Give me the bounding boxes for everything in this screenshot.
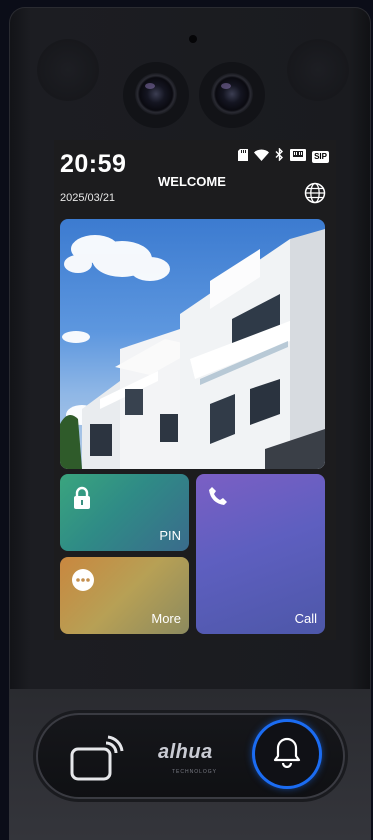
- more-label: More: [151, 611, 181, 626]
- wifi-icon: [254, 148, 270, 166]
- house-image: [60, 219, 325, 469]
- control-pill: alhua TECHNOLOGY: [36, 713, 345, 799]
- left-sensor: [37, 39, 99, 101]
- clock-time: 20:59: [60, 150, 127, 178]
- brand-logo: alhua: [158, 741, 213, 763]
- more-tile[interactable]: More: [60, 557, 189, 634]
- status-icons: SIP: [238, 147, 329, 166]
- bottom-panel: alhua TECHNOLOGY: [9, 689, 371, 840]
- lock-icon: [72, 486, 92, 515]
- right-camera-lens: [211, 73, 253, 115]
- doorbell-icon: [272, 736, 302, 773]
- phone-icon: [208, 486, 228, 511]
- pin-tile[interactable]: PIN: [60, 474, 189, 551]
- sd-card-icon: [238, 148, 249, 166]
- more-icon: [72, 569, 94, 596]
- welcome-text: WELCOME: [158, 174, 226, 189]
- call-label: Call: [294, 611, 317, 626]
- call-tile[interactable]: Call: [196, 474, 325, 634]
- sip-badge: SIP: [312, 151, 329, 163]
- touch-screen: 20:59 2025/03/21 WELCOME SIP PIN More Ca…: [54, 140, 336, 640]
- brand-subtitle: TECHNOLOGY: [172, 769, 218, 775]
- intercom-device: 20:59 2025/03/21 WELCOME SIP PIN More Ca…: [9, 7, 371, 840]
- clock-date: 2025/03/21: [60, 192, 116, 204]
- left-camera-lens: [135, 73, 177, 115]
- globe-icon[interactable]: [304, 182, 326, 204]
- right-sensor: [287, 39, 349, 101]
- doorbell-button[interactable]: [255, 722, 319, 786]
- nfc-card-icon: [70, 735, 134, 788]
- pin-label: PIN: [159, 528, 181, 543]
- bluetooth-icon: [275, 147, 284, 166]
- top-sensor-dot: [189, 35, 197, 43]
- ethernet-icon: [290, 148, 307, 166]
